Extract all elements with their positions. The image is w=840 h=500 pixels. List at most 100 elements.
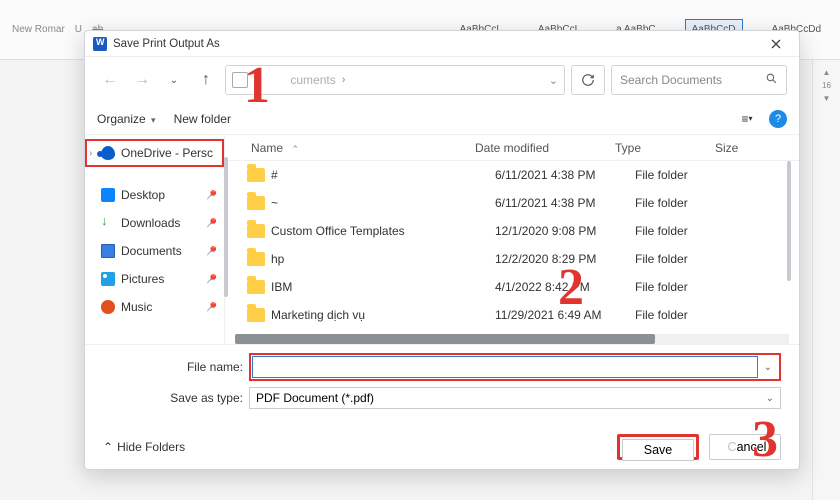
sidebar-music[interactable]: Music 📍	[85, 293, 224, 321]
sidebar-scrollbar[interactable]	[224, 157, 228, 297]
save-button[interactable]: Save	[622, 439, 694, 461]
chevron-down-icon[interactable]: ⌄	[549, 74, 558, 87]
folder-icon	[247, 252, 265, 266]
row-date: 12/1/2020 9:08 PM	[495, 224, 635, 238]
sidebar-downloads[interactable]: Downloads 📍	[85, 209, 224, 237]
sidebar-item-label: OneDrive - Persc	[121, 146, 213, 160]
chevron-down-icon: ⌄	[766, 393, 774, 404]
sidebar-desktop[interactable]: Desktop 📍	[85, 181, 224, 209]
save-dialog: Save Print Output As ← → ⌄ ↑ › cuments ›…	[84, 30, 800, 470]
folder-icon	[247, 308, 265, 322]
row-type: File folder	[635, 280, 735, 294]
file-list-body[interactable]: #6/11/2021 4:38 PMFile folder~6/11/2021 …	[225, 161, 799, 334]
row-type: File folder	[635, 308, 735, 322]
file-name-label: File name:	[165, 360, 243, 374]
folder-row[interactable]: #6/11/2021 4:38 PMFile folder	[225, 161, 799, 189]
help-button[interactable]: ?	[769, 110, 787, 128]
folder-row[interactable]: IBM4/1/2022 8:42 PMFile folder	[225, 273, 799, 301]
folder-icon	[247, 224, 265, 238]
desktop-icon	[101, 188, 115, 202]
search-input[interactable]: Search Documents	[611, 65, 787, 95]
hide-folders-toggle[interactable]: ⌃ Hide Folders	[103, 440, 185, 454]
sidebar-item-label: Downloads	[121, 216, 180, 230]
save-button-highlight: Save	[617, 434, 699, 460]
list-scrollbar[interactable]	[787, 161, 791, 281]
row-name: Marketing dịch vụ	[271, 308, 495, 322]
annotation-1: 1	[244, 56, 270, 115]
column-date[interactable]: Date modified	[475, 141, 615, 155]
refresh-button[interactable]	[571, 65, 605, 95]
nav-forward[interactable]: →	[129, 67, 155, 93]
close-button[interactable]	[761, 33, 791, 55]
row-type: File folder	[635, 168, 735, 182]
chevron-right-icon: ›	[342, 74, 346, 86]
folder-icon	[247, 168, 265, 182]
folder-row[interactable]: hp12/2/2020 8:29 PMFile folder	[225, 245, 799, 273]
row-date: 6/11/2021 4:38 PM	[495, 196, 635, 210]
save-type-combo[interactable]: PDF Document (*.pdf) ⌄	[249, 387, 781, 409]
search-icon	[765, 72, 778, 88]
chevron-down-icon[interactable]: ⌄	[758, 362, 778, 373]
folder-icon	[247, 196, 265, 210]
folder-icon	[247, 280, 265, 294]
sidebar-onedrive[interactable]: › OneDrive - Persc	[85, 139, 224, 167]
pin-icon: 📍	[202, 242, 221, 261]
sidebar-pictures[interactable]: Pictures 📍	[85, 265, 224, 293]
nav-back[interactable]: ←	[97, 67, 123, 93]
word-icon	[93, 37, 107, 51]
address-bar[interactable]: › cuments › ⌄	[225, 65, 565, 95]
save-fields: File name: ⌄ Save as type: PDF Document …	[85, 344, 799, 425]
row-name: ~	[271, 196, 495, 210]
pin-icon: 📍	[202, 186, 221, 205]
file-name-highlight: ⌄	[249, 353, 781, 381]
chevron-right-icon: ›	[89, 148, 92, 159]
pin-icon: 📍	[202, 214, 221, 233]
annotation-3: 3	[752, 410, 778, 469]
row-type: File folder	[635, 224, 735, 238]
breadcrumb-part-hidden: cuments	[264, 73, 336, 87]
view-options[interactable]: ≡ ▾	[735, 108, 759, 130]
save-type-label: Save as type:	[165, 391, 243, 405]
dialog-title: Save Print Output As	[113, 38, 220, 50]
sidebar-item-label: Music	[121, 300, 152, 314]
horizontal-scrollbar[interactable]	[235, 334, 789, 344]
nav-up[interactable]: ↑	[193, 67, 219, 93]
sidebar-item-label: Desktop	[121, 188, 165, 202]
dialog-footer: ⌃ Hide Folders Save Cancel	[85, 425, 799, 469]
pin-icon: 📍	[202, 298, 221, 317]
column-name[interactable]: Name	[225, 141, 475, 155]
sidebar-item-label: Pictures	[121, 272, 164, 286]
folder-row[interactable]: Custom Office Templates12/1/2020 9:08 PM…	[225, 217, 799, 245]
sidebar-item-label: Documents	[121, 244, 182, 258]
row-name: IBM	[271, 280, 495, 294]
folder-row[interactable]: Marketing dịch vụ11/29/2021 6:49 AMFile …	[225, 301, 799, 329]
dialog-titlebar: Save Print Output As	[85, 31, 799, 57]
sidebar-documents[interactable]: Documents 📍	[85, 237, 224, 265]
row-name: Custom Office Templates	[271, 224, 495, 238]
file-list: Name Date modified Type Size #6/11/2021 …	[225, 135, 799, 344]
download-icon	[101, 216, 115, 230]
row-date: 6/11/2021 4:38 PM	[495, 168, 635, 182]
file-name-input[interactable]	[252, 356, 758, 378]
cloud-icon	[101, 146, 115, 160]
sidebar: › OneDrive - Persc Desktop 📍 Downloads 📍 D…	[85, 135, 225, 344]
column-type[interactable]: Type	[615, 141, 715, 155]
row-name: #	[271, 168, 495, 182]
search-placeholder: Search Documents	[620, 73, 722, 87]
dialog-toolbar: Organize ▾ New folder ≡ ▾ ?	[85, 103, 799, 135]
save-type-value: PDF Document (*.pdf)	[256, 391, 374, 405]
row-type: File folder	[635, 252, 735, 266]
music-icon	[101, 300, 115, 314]
row-name: hp	[271, 252, 495, 266]
column-size[interactable]: Size	[715, 141, 799, 155]
nav-bar: ← → ⌄ ↑ › cuments › ⌄ Search Documents	[85, 57, 799, 103]
folder-row[interactable]: ~6/11/2021 4:38 PMFile folder	[225, 189, 799, 217]
column-headers[interactable]: Name Date modified Type Size	[225, 135, 799, 161]
nav-recent[interactable]: ⌄	[161, 67, 187, 93]
new-folder-button[interactable]: New folder	[174, 112, 231, 126]
pin-icon: 📍	[202, 270, 221, 289]
organize-menu[interactable]: Organize ▾	[97, 112, 156, 126]
chevron-up-icon: ⌃	[103, 440, 113, 454]
ribbon-font-name: New Romar	[12, 24, 65, 35]
word-right-ruler: ▲16▼	[812, 60, 840, 500]
